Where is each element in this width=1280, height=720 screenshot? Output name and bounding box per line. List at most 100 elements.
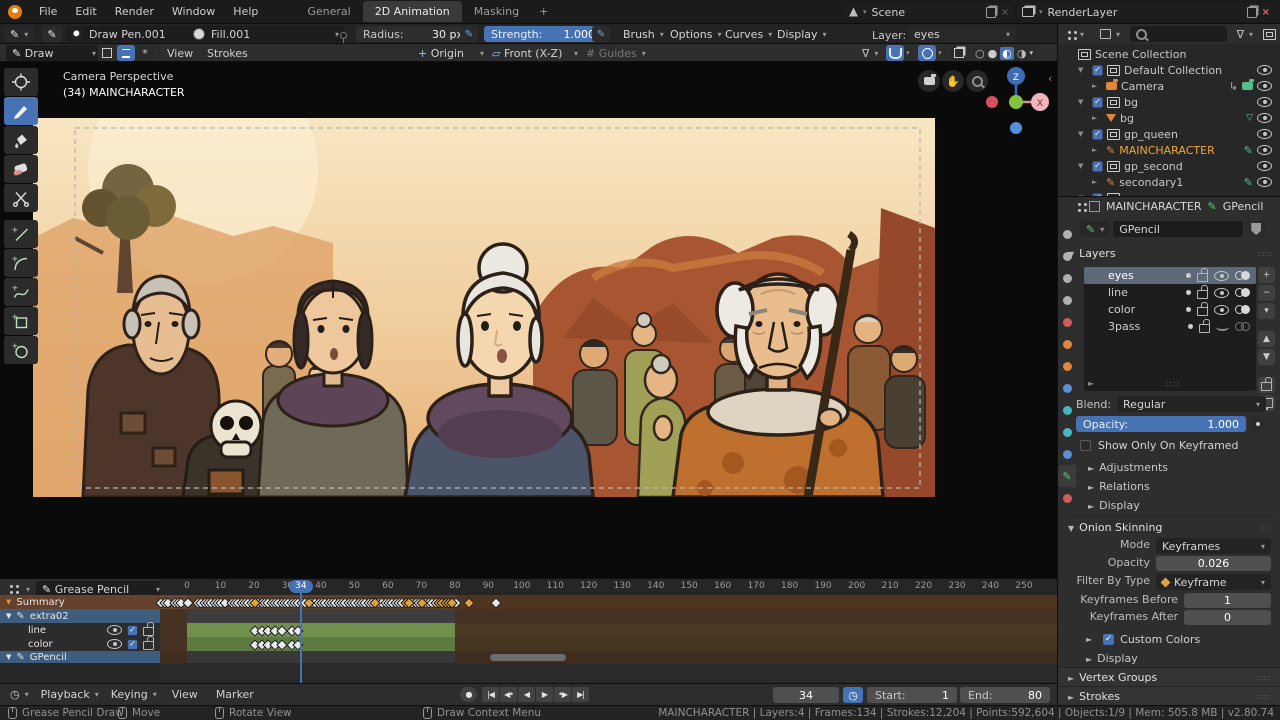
- properties-tab-physics[interactable]: [1058, 421, 1076, 443]
- play-reverse-button[interactable]: ◀: [518, 687, 535, 702]
- outliner-search-input[interactable]: [1130, 26, 1227, 42]
- tool-erase-button[interactable]: [4, 155, 38, 183]
- layer-row-eyes[interactable]: eyes: [1084, 267, 1256, 284]
- expander-icon[interactable]: ►: [1092, 114, 1102, 122]
- object-visibility-dropdown[interactable]: ∇▾: [856, 45, 884, 61]
- strength-pressure-button[interactable]: ✎: [592, 26, 610, 42]
- tool-box-button[interactable]: +: [4, 307, 38, 335]
- render-layer-selector[interactable]: ▾ RenderLayer ×: [1018, 3, 1274, 21]
- shading-wireframe-icon[interactable]: ○: [975, 47, 985, 60]
- visibility-eye-icon[interactable]: [1257, 129, 1272, 139]
- properties-tab-constraints[interactable]: [1058, 443, 1076, 465]
- channel-enable-checkbox[interactable]: ✓: [128, 625, 137, 634]
- brush-name-field[interactable]: Draw Pen.001: [66, 26, 194, 42]
- layer-visibility-icon[interactable]: [1216, 323, 1229, 331]
- properties-tab-particles[interactable]: [1058, 399, 1076, 421]
- shading-rendered-icon[interactable]: ◑: [1017, 47, 1027, 60]
- menu-window[interactable]: Window: [163, 5, 224, 18]
- tl-marker-menu[interactable]: Marker: [207, 688, 263, 701]
- properties-tab-object-data[interactable]: ✎: [1058, 465, 1076, 487]
- camera-view-button[interactable]: [918, 70, 940, 92]
- autokey-record-button[interactable]: ●: [460, 687, 477, 702]
- visibility-eye-icon[interactable]: [1257, 65, 1272, 75]
- outliner-row[interactable]: ▼✓gp_second: [1058, 158, 1280, 174]
- properties-tab-modifiers[interactable]: [1058, 377, 1076, 399]
- move-layer-down-button[interactable]: ▼: [1258, 349, 1275, 365]
- duplicate-scene-icon[interactable]: [986, 7, 996, 18]
- subpanel-adjustments[interactable]: ►Adjustments: [1088, 461, 1168, 474]
- onion-skin-icon[interactable]: [1235, 288, 1250, 297]
- outliner-display-mode-dropdown[interactable]: ▾: [1062, 26, 1090, 42]
- outliner-row[interactable]: ►✎secondary1✎: [1058, 174, 1280, 190]
- navigation-axis-gizmo[interactable]: Z X: [976, 62, 1056, 142]
- tool-draw-button[interactable]: [4, 97, 38, 125]
- display-menu[interactable]: Display▾: [771, 26, 833, 42]
- outliner-row[interactable]: ▼✓Default Collection: [1058, 62, 1280, 78]
- menu-file[interactable]: File: [30, 5, 66, 18]
- tool-cursor-button[interactable]: [4, 68, 38, 96]
- timeline-editor-dropdown[interactable]: ◷▾: [4, 687, 35, 703]
- layer-row-3pass[interactable]: 3pass: [1084, 318, 1256, 335]
- proportional-dropdown[interactable]: ▾: [938, 49, 942, 57]
- layer-specials-button[interactable]: ▾: [1258, 303, 1275, 319]
- channel-enable-checkbox[interactable]: ✓: [128, 639, 137, 648]
- channel-color[interactable]: color✓: [0, 637, 160, 651]
- visibility-eye-icon[interactable]: [1257, 161, 1272, 171]
- custom-colors-checkbox[interactable]: ✓: [1103, 634, 1114, 645]
- tab-2d-animation[interactable]: 2D Animation: [363, 1, 462, 22]
- outliner-row[interactable]: ▼✓gp_queen: [1058, 126, 1280, 142]
- next-keyframe-button[interactable]: •▶: [554, 687, 571, 702]
- current-frame-field[interactable]: 34: [773, 687, 839, 703]
- strokes-panel[interactable]: ►Strokes::::: [1058, 686, 1280, 705]
- proportional-edit-button[interactable]: [918, 45, 936, 61]
- keying-menu[interactable]: Keying▾: [105, 687, 163, 703]
- horizontal-scrollbar[interactable]: [490, 654, 566, 661]
- layer-opacity-slider[interactable]: Opacity: 1.000: [1076, 416, 1246, 432]
- guides-dropdown[interactable]: # Guides▾: [580, 45, 652, 61]
- view-menu[interactable]: View: [158, 47, 202, 60]
- onion-skin-icon[interactable]: [1235, 322, 1250, 331]
- layer-row-color[interactable]: color: [1084, 301, 1256, 318]
- jump-to-end-button[interactable]: ▶|: [572, 687, 589, 702]
- expander-icon[interactable]: ▼: [1078, 130, 1088, 138]
- onion-display-subpanel[interactable]: ►Display: [1086, 652, 1138, 665]
- tool-arc-button[interactable]: +: [4, 249, 38, 277]
- layer-dropdown[interactable]: eyes▾: [908, 26, 1016, 42]
- channel-lock-icon[interactable]: [143, 641, 154, 650]
- layer-visibility-icon[interactable]: [1214, 271, 1229, 281]
- expander-icon[interactable]: ▼: [6, 598, 11, 606]
- visibility-eye-icon[interactable]: [1257, 81, 1272, 91]
- outliner-row[interactable]: ►✎MAINCHARACTER✎: [1058, 142, 1280, 158]
- move-layer-up-button[interactable]: ▲: [1258, 331, 1275, 347]
- overlays-toggle-button[interactable]: [950, 45, 968, 61]
- outliner-row[interactable]: ►bg▽: [1058, 110, 1280, 126]
- onion-skinning-header[interactable]: ▼Onion Skinning ::::: [1068, 515, 1273, 534]
- tl-view-menu[interactable]: View: [163, 688, 207, 701]
- snap-dropdown[interactable]: ▾: [906, 49, 910, 57]
- expander-icon[interactable]: ▼: [6, 612, 11, 620]
- drawing-plane-dropdown[interactable]: ▱ Front (X-Z)▾: [486, 45, 584, 61]
- lock-icon[interactable]: [1197, 307, 1208, 316]
- draw-on-back-toggle-button[interactable]: [117, 45, 135, 61]
- show-only-keyframed-row[interactable]: Show Only On Keyframed: [1080, 439, 1239, 452]
- expander-icon[interactable]: ►: [1092, 178, 1102, 186]
- material-selector[interactable]: Fill.001 ▾: [187, 26, 345, 42]
- breadcrumb-dropdown-icon[interactable]: [1078, 203, 1081, 206]
- channel-visibility-icon[interactable]: [107, 639, 122, 649]
- lock-icon[interactable]: [1197, 273, 1208, 282]
- shading-solid-icon[interactable]: ●: [988, 47, 998, 60]
- outliner-row[interactable]: ▼✓bg: [1058, 94, 1280, 110]
- lock-others-button[interactable]: [1258, 377, 1275, 393]
- channel-lock-icon[interactable]: [143, 627, 154, 636]
- new-collection-icon[interactable]: [1263, 29, 1276, 40]
- collection-checkbox[interactable]: ✓: [1093, 129, 1103, 139]
- collection-checkbox[interactable]: ✓: [1093, 161, 1103, 171]
- duplicate-layer-icon[interactable]: [1247, 7, 1257, 18]
- layer-visibility-icon[interactable]: [1214, 305, 1229, 315]
- outliner-row[interactable]: Scene Collection: [1058, 46, 1280, 62]
- viewport[interactable]: +++++ Camera Perspective (34) MAINCHARAC…: [0, 62, 1057, 578]
- lock-icon[interactable]: [1199, 324, 1210, 333]
- subpanel-relations[interactable]: ►Relations: [1088, 480, 1150, 493]
- expander-icon[interactable]: ▼: [1078, 66, 1088, 74]
- scene-selector[interactable]: ▾ Scene ×: [845, 3, 1013, 21]
